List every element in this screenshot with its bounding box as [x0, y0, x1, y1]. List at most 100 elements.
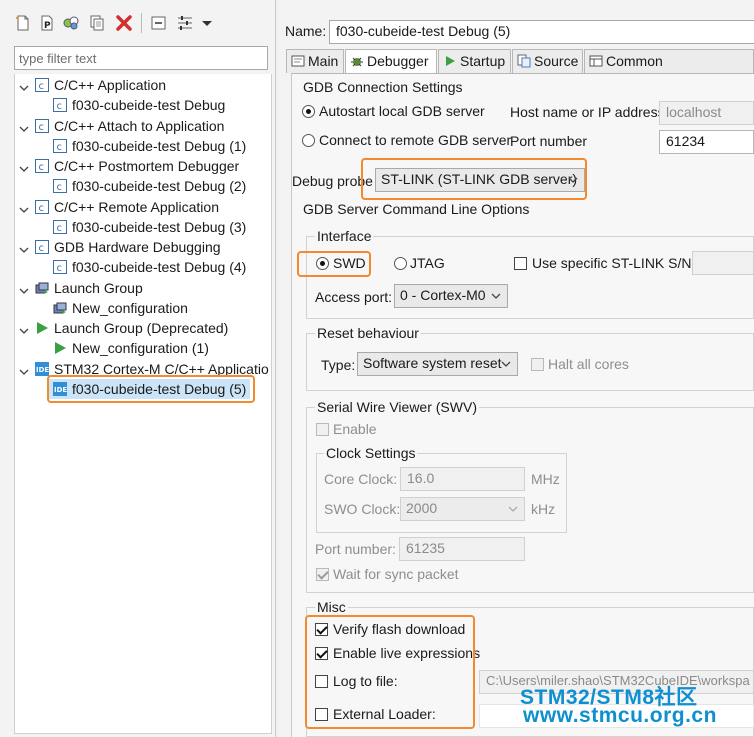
swv-port-field[interactable]: 61235 [399, 537, 525, 561]
config-type-icon: IDE [35, 361, 49, 376]
tree-category-label: C/C++ Remote Application [54, 198, 219, 215]
access-port-select[interactable]: 0 - Cortex-M0 [394, 284, 508, 308]
swo-clock-select[interactable]: 2000 [400, 497, 525, 521]
tree-category[interactable]: Launch Group [35, 278, 143, 298]
tree-category-label: Launch Group [54, 279, 143, 296]
jtag-label: JTAG [410, 255, 445, 271]
chevron-down-icon[interactable] [19, 161, 29, 172]
chevron-down-icon[interactable] [19, 80, 29, 91]
startup-tab-icon [446, 56, 455, 66]
tree-category[interactable]: c C/C++ Postmortem Debugger [35, 156, 239, 176]
sn-field[interactable] [692, 251, 754, 275]
tree-category[interactable]: c C/C++ Application [35, 75, 166, 95]
tree-category-label: C/C++ Attach to Application [54, 117, 225, 134]
config-icon: c [53, 98, 67, 113]
swo-clock-value: 2000 [406, 500, 438, 516]
duplicate-icon[interactable] [88, 14, 106, 32]
tree-item-label: f030-cubeide-test Debug [72, 97, 226, 114]
swv-enable-checkbox[interactable] [316, 423, 329, 436]
wait-sync-checkbox[interactable] [316, 568, 329, 581]
tree-item[interactable]: c f030-cubeide-test Debug (4) [53, 257, 246, 277]
halt-cores-checkbox[interactable] [531, 358, 544, 371]
view-menu-icon[interactable] [198, 14, 216, 32]
tree-item-label: f030-cubeide-test Debug (2) [72, 178, 247, 195]
config-icon: c [53, 138, 67, 153]
config-icon [53, 302, 67, 314]
watermark-line2: www.stmcu.org.cn [523, 704, 717, 727]
tree-category-label: GDB Hardware Debugging [54, 239, 221, 255]
tree-item[interactable]: c f030-cubeide-test Debug (1) [53, 136, 246, 156]
collapse-all-icon[interactable] [150, 14, 168, 32]
jtag-radio[interactable] [394, 257, 407, 270]
autostart-radio[interactable] [302, 105, 315, 118]
delete-icon[interactable] [115, 14, 133, 32]
specific-sn-label: Use specific ST-LINK S/N [532, 255, 692, 271]
debugger-tab-icon [351, 57, 363, 67]
highlight-box-probe [361, 158, 587, 200]
swv-port-label: Port number: [315, 541, 396, 557]
access-port-value: 0 - Cortex-M0 [400, 287, 486, 303]
svg-text:c: c [39, 243, 45, 254]
filter-input[interactable] [14, 46, 268, 70]
reset-type-select[interactable]: Software system reset [357, 352, 518, 376]
tab-main[interactable]: Main [286, 49, 344, 73]
reset-type-label: Type: [321, 357, 356, 373]
chevron-down-icon[interactable] [19, 283, 29, 294]
chevron-down-icon[interactable] [19, 202, 29, 213]
remote-gdb-label: Connect to remote GDB server [319, 132, 512, 148]
tree-category[interactable]: Launch Group (Deprecated) [35, 318, 228, 338]
svg-text:IDE: IDE [36, 366, 49, 374]
svg-text:c: c [39, 203, 45, 214]
chevron-down-icon[interactable] [19, 364, 29, 375]
tree-category[interactable]: c C/C++ Remote Application [35, 197, 219, 217]
tree-item[interactable]: c f030-cubeide-test Debug (2) [53, 176, 246, 196]
tree-category-label: Launch Group (Deprecated) [54, 320, 229, 336]
name-label: Name: [285, 23, 327, 39]
tree-category[interactable]: c GDB Hardware Debugging [35, 237, 221, 257]
filter-icon[interactable] [176, 14, 194, 32]
tree-category-label: C/C++ Postmortem Debugger [54, 158, 240, 174]
specific-sn-checkbox[interactable] [514, 257, 527, 270]
clock-settings-group [316, 453, 567, 533]
tab-source[interactable]: Source [512, 49, 583, 73]
tree-item[interactable]: c f030-cubeide-test Debug [53, 95, 225, 115]
common-tab-icon [589, 55, 603, 67]
port-field[interactable]: 61234 [659, 130, 754, 154]
chevron-down-icon[interactable] [19, 323, 29, 334]
remote-gdb-radio[interactable] [302, 134, 315, 147]
highlight-box-selected-config [47, 374, 255, 403]
chevron-down-icon[interactable] [19, 121, 29, 132]
tree-category[interactable]: c C/C++ Attach to Application [35, 116, 224, 136]
chevron-down-icon[interactable] [19, 242, 29, 253]
tree-item[interactable]: New_configuration [53, 298, 188, 318]
new-configuration-icon[interactable] [14, 14, 32, 32]
tab-startup[interactable]: Startup [438, 49, 511, 73]
export-icon[interactable] [62, 14, 80, 32]
svg-text:c: c [57, 142, 63, 153]
chevron-down-icon [501, 361, 511, 367]
tab-debugger[interactable]: Debugger [345, 49, 437, 73]
name-field[interactable]: f030-cubeide-test Debug (5) [329, 20, 754, 44]
core-clock-label: Core Clock: [324, 471, 398, 487]
core-clock-unit: MHz [531, 471, 560, 487]
host-label: Host name or IP address [510, 104, 665, 120]
config-type-icon: c [35, 240, 49, 254]
config-type-icon [37, 322, 48, 334]
access-port-label: Access port: [315, 289, 393, 305]
new-prototype-icon[interactable]: P [38, 14, 56, 32]
interface-group [306, 236, 754, 319]
tree-item[interactable]: c f030-cubeide-test Debug (3) [53, 217, 246, 237]
tree-item-label: f030-cubeide-test Debug (1) [72, 137, 247, 154]
core-clock-field[interactable]: 16.0 [400, 467, 525, 491]
swo-clock-label: SWO Clock: [324, 501, 401, 517]
tree-item[interactable]: New_configuration (1) [53, 338, 209, 358]
port-label: Port number [510, 133, 588, 149]
tree-item-label: New_configuration [72, 299, 188, 316]
tree-category-label: C/C++ Application [54, 77, 167, 93]
config-type-icon: c [35, 199, 49, 214]
chevron-down-icon [491, 293, 501, 299]
autostart-label: Autostart local GDB server [319, 103, 485, 119]
config-type-icon: c [35, 159, 49, 173]
host-field[interactable]: localhost [659, 101, 754, 125]
tab-common[interactable]: Common [584, 49, 754, 73]
